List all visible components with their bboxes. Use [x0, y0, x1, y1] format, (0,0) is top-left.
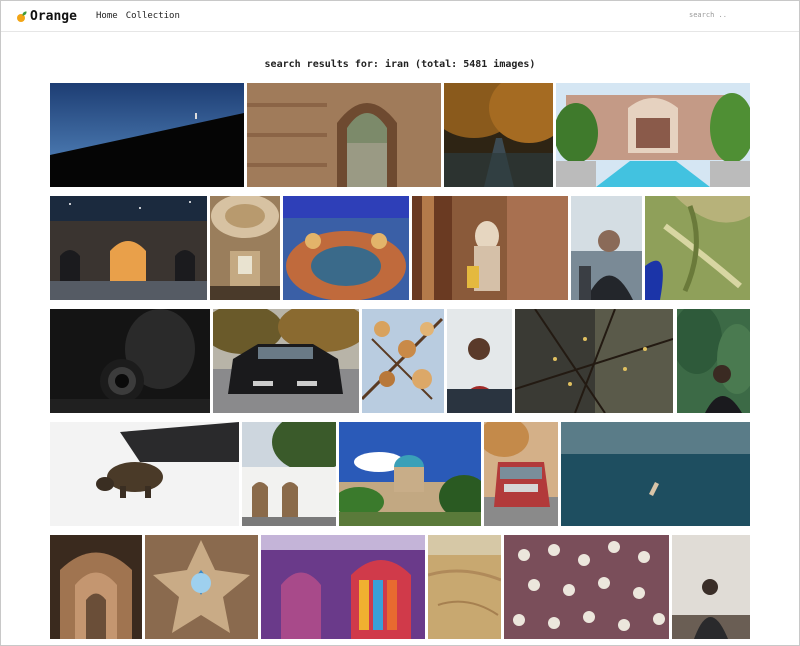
- results-summary: search results for: iran (total: 5481 im…: [264, 59, 536, 70]
- aerial-terrain-photo[interactable]: [645, 196, 750, 300]
- white-building-photo[interactable]: [242, 422, 336, 526]
- star-ceiling-photo[interactable]: [145, 535, 258, 639]
- old-man-photo[interactable]: [571, 196, 642, 300]
- arched-corridor-photo[interactable]: [50, 535, 142, 639]
- search-input[interactable]: [689, 11, 759, 19]
- man-thinking-photo[interactable]: [447, 309, 512, 413]
- navbar: Orange Home Collection: [1, 1, 799, 32]
- autumn-road-photo[interactable]: [444, 83, 553, 187]
- flowers-photo[interactable]: [504, 535, 669, 639]
- blue-dome-photo[interactable]: [339, 422, 481, 526]
- mosque-dome-photo[interactable]: [210, 196, 280, 300]
- woman-forest-photo[interactable]: [677, 309, 750, 413]
- night-ruins-photo[interactable]: [50, 196, 207, 300]
- red-car-photo[interactable]: [484, 422, 558, 526]
- stained-glass-photo[interactable]: [261, 535, 425, 639]
- blossom-branch-photo[interactable]: [362, 309, 444, 413]
- brand-logo[interactable]: Orange: [17, 9, 77, 24]
- sea-swimmer-photo[interactable]: [561, 422, 750, 526]
- nav-home-link[interactable]: Home: [96, 11, 118, 21]
- brick-arch-photo[interactable]: [247, 83, 441, 187]
- main-nav: Home Collection: [96, 11, 180, 21]
- silhouette-hill-photo[interactable]: [50, 83, 244, 187]
- palace-pool-photo[interactable]: [556, 83, 750, 187]
- camera-lens-photo[interactable]: [50, 309, 210, 413]
- tile-ceiling-photo[interactable]: [283, 196, 409, 300]
- black-car-photo[interactable]: [213, 309, 359, 413]
- nav-collection-link[interactable]: Collection: [126, 11, 180, 21]
- woman-portrait-photo[interactable]: [672, 535, 750, 639]
- orange-icon: [17, 10, 28, 22]
- desert-aerial-photo[interactable]: [428, 535, 501, 639]
- brand-name: Orange: [30, 9, 77, 24]
- turtle-photo[interactable]: [50, 422, 239, 526]
- woman-doorway-photo[interactable]: [412, 196, 568, 300]
- twigs-bokeh-photo[interactable]: [515, 309, 673, 413]
